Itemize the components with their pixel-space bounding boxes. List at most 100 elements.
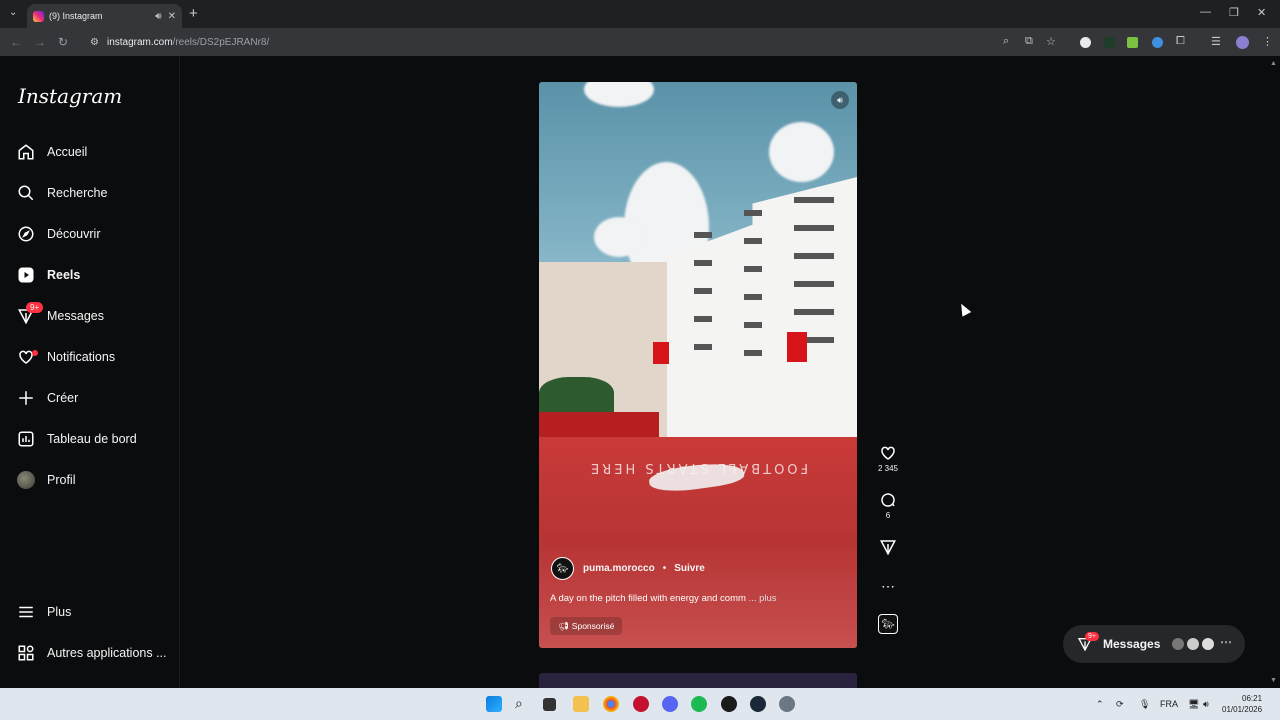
sync-icon[interactable]: ⟳ — [1116, 699, 1124, 710]
instagram-logo[interactable]: Instagram — [18, 84, 122, 108]
reel-video[interactable]: FOOTBALL STARTS HERE 🔊︎ 🐆︎ puma.morocco … — [539, 82, 857, 648]
home-icon — [16, 142, 36, 162]
audio-puma-icon[interactable]: 🐆︎ — [878, 614, 898, 634]
file-explorer-icon[interactable] — [573, 696, 589, 712]
install-app-icon[interactable]: ⧉ — [1025, 35, 1033, 48]
contact-avatar — [1185, 636, 1201, 652]
building-window — [794, 225, 834, 231]
tray-overflow-icon[interactable]: ⌃ — [1096, 699, 1104, 710]
volume-icon[interactable]: 🔊︎ — [831, 91, 849, 109]
scroll-up-arrow[interactable]: ▲ — [1270, 60, 1277, 67]
comment-action[interactable]: 6 — [877, 491, 899, 520]
extension-4-icon[interactable] — [1152, 37, 1163, 48]
sidebar-item-tableau-de-bord[interactable]: Tableau de bord — [16, 425, 137, 453]
mouse-cursor-icon — [956, 301, 972, 317]
reading-list-icon[interactable]: ☰ — [1211, 35, 1221, 48]
flag — [787, 332, 807, 362]
sidebar-item-plus[interactable]: Plus — [16, 598, 71, 626]
steam-icon[interactable] — [750, 696, 766, 712]
more-options-icon[interactable]: ⋯ — [877, 578, 899, 595]
messages-pill-badge: 9+ — [1085, 632, 1099, 641]
sidebar-item-recherche[interactable]: Recherche — [16, 179, 107, 207]
sponsored-badge[interactable]: 📢︎ Sponsorisé — [550, 617, 623, 635]
building-window — [744, 294, 762, 300]
messenger-icon: 9+ — [16, 302, 44, 326]
back-button[interactable]: ← — [10, 35, 22, 49]
site-info-icon[interactable]: ⚙︎ — [90, 37, 99, 48]
url-field[interactable]: ⚙︎ instagram.com /reels/DS2pEJRANr8/ — [84, 31, 1064, 53]
sponsored-label: Sponsorisé — [571, 621, 615, 631]
puma-avatar[interactable]: 🐆︎ — [551, 557, 574, 580]
zoom-icon[interactable]: ⌕ — [1003, 35, 1009, 48]
extensions-puzzle-icon[interactable]: ⧠ — [1176, 35, 1185, 48]
restore-button[interactable]: ❐ — [1229, 6, 1239, 19]
account-handle[interactable]: puma.morocco — [583, 563, 655, 574]
browser-tab-bar: ⌄ (9) Instagram 🔊︎ ✕ + — ❐ ✕ — [0, 0, 1280, 28]
sidebar-item-messages[interactable]: 9+ Messages — [16, 302, 104, 330]
reload-button[interactable]: ↻ — [58, 35, 68, 49]
close-window-button[interactable]: ✕ — [1257, 6, 1266, 19]
follow-button[interactable]: Suivre — [674, 563, 705, 574]
comment-icon[interactable] — [877, 491, 899, 509]
sidebar-item-label: Tableau de bord — [47, 432, 137, 446]
sidebar-item-creer[interactable]: Créer — [16, 384, 78, 412]
spotify-icon[interactable] — [691, 696, 707, 712]
reel-account-row: 🐆︎ puma.morocco • Suivre — [551, 557, 705, 580]
settings-icon[interactable] — [779, 696, 795, 712]
language-indicator[interactable]: FRA — [1160, 699, 1178, 709]
bookmark-star-icon[interactable]: ☆ — [1046, 35, 1056, 48]
instagram-favicon-icon — [33, 10, 44, 22]
extension-2-icon[interactable] — [1104, 37, 1115, 48]
share-icon[interactable] — [877, 538, 899, 556]
speaker-icon[interactable]: 🔊︎ — [155, 11, 161, 22]
tab-search-icon[interactable]: ⌄ — [9, 7, 17, 18]
chrome-icon[interactable] — [603, 696, 619, 712]
reel-caption: A day on the pitch filled with energy an… — [550, 593, 777, 604]
building-window — [744, 238, 762, 244]
windows-start-icon[interactable] — [486, 696, 502, 712]
search-icon[interactable]: ⌕ — [515, 695, 531, 711]
building-window — [794, 253, 834, 259]
sidebar-item-label: Découvrir — [47, 227, 101, 241]
messages-badge: 9+ — [26, 302, 44, 313]
network-icon[interactable]: 🖥︎ — [1188, 699, 1199, 710]
extension-1-icon[interactable] — [1080, 37, 1091, 48]
heart-icon[interactable] — [877, 444, 899, 462]
instagram-sidebar: Instagram Accueil Recherche Découvrir Re… — [0, 56, 180, 688]
sidebar-item-decouvrir[interactable]: Découvrir — [16, 220, 101, 248]
forward-button[interactable]: → — [34, 35, 46, 49]
sidebar-item-notifications[interactable]: Notifications — [16, 343, 115, 371]
messages-pill[interactable]: 9+ Messages ⋯ — [1063, 625, 1245, 663]
browser-tab[interactable]: (9) Instagram 🔊︎ ✕ — [27, 4, 182, 28]
share-action[interactable] — [877, 538, 899, 556]
volume-icon[interactable]: 🔊︎ — [1203, 699, 1209, 710]
trees — [539, 377, 614, 417]
minimize-button[interactable]: — — [1200, 6, 1211, 18]
sidebar-item-reels[interactable]: Reels — [16, 261, 80, 289]
sidebar-item-profil[interactable]: Profil — [16, 466, 75, 494]
comment-count: 6 — [885, 511, 891, 520]
sidebar-item-autres-applications[interactable]: Autres applications ... — [16, 639, 167, 667]
browser-menu-icon[interactable]: ⋮ — [1262, 35, 1273, 48]
red-wall — [539, 412, 659, 440]
url-path: /reels/DS2pEJRANr8/ — [172, 36, 270, 48]
extension-3-icon[interactable] — [1127, 37, 1138, 48]
like-action[interactable]: 2 345 — [877, 444, 899, 473]
next-reel-preview[interactable] — [539, 673, 857, 688]
profile-avatar — [16, 470, 36, 490]
app-icon[interactable] — [721, 696, 737, 712]
sidebar-item-accueil[interactable]: Accueil — [16, 138, 87, 166]
new-tab-button[interactable]: + — [189, 5, 198, 22]
task-view-icon[interactable] — [543, 698, 556, 711]
close-tab-icon[interactable]: ✕ — [168, 11, 176, 22]
microphone-icon[interactable]: 🎙︎ — [1139, 699, 1150, 710]
separator-dot: • — [662, 563, 667, 574]
app-icon[interactable] — [633, 696, 649, 712]
compass-icon — [16, 224, 36, 244]
discord-icon[interactable] — [662, 696, 678, 712]
scroll-down-arrow[interactable]: ▼ — [1270, 677, 1277, 684]
caption-more-link[interactable]: ... plus — [749, 593, 777, 604]
building-window — [694, 316, 712, 322]
system-clock[interactable]: 06:21 01/01/2026 — [1222, 693, 1262, 715]
profile-avatar-icon[interactable] — [1236, 36, 1249, 49]
